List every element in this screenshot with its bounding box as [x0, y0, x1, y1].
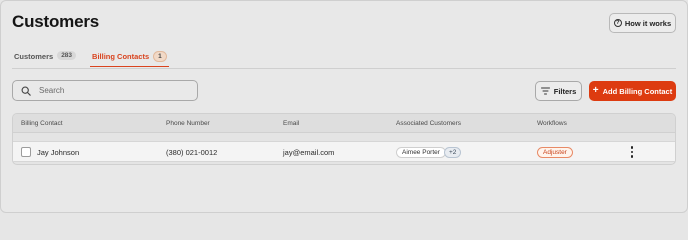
column-header[interactable]: Workflows — [537, 120, 567, 127]
customers-page: Customers ? How it works Customers 283 B… — [0, 0, 688, 213]
count-badge: 283 — [57, 51, 77, 60]
add-billing-contact-button[interactable]: + Add Billing Contact — [589, 81, 676, 101]
filters-label: Filters — [553, 86, 577, 96]
table-row[interactable]: Jay Johnson (380) 021-0012 jay@email.com… — [13, 141, 675, 162]
tab-billing-contacts[interactable]: Billing Contacts 1 — [90, 49, 169, 67]
tab-bar: Customers 283 Billing Contacts 1 — [12, 49, 181, 67]
how-it-works-button[interactable]: ? How it works — [609, 13, 676, 33]
email: jay@email.com — [283, 148, 335, 157]
tab-customers[interactable]: Customers 283 — [12, 49, 78, 67]
question-circle-icon: ? — [613, 19, 622, 27]
filters-button[interactable]: Filters — [535, 81, 582, 101]
row-checkbox[interactable] — [21, 147, 31, 157]
column-header[interactable]: Email — [283, 120, 299, 127]
tab-label: Billing Contacts — [92, 52, 150, 61]
tab-label: Customers — [14, 52, 54, 61]
tabs-divider — [12, 68, 676, 69]
how-it-works-label: How it works — [624, 18, 672, 28]
plus-icon: + — [592, 85, 599, 96]
column-header[interactable]: Billing Contact — [21, 120, 63, 127]
filter-icon — [540, 87, 550, 95]
add-billing-contact-label: Add Billing Contact — [602, 86, 673, 96]
search-box[interactable] — [12, 80, 198, 101]
phone-number: (380) 021-0012 — [166, 148, 218, 157]
search-icon — [21, 86, 31, 96]
more-options-icon[interactable] — [630, 146, 634, 158]
table-header: Billing Contact Phone Number Email Assoc… — [13, 114, 675, 133]
workflow-badge: Adjuster — [537, 147, 573, 158]
billing-contact-name[interactable]: Jay Johnson — [37, 148, 79, 157]
search-input[interactable] — [39, 86, 189, 95]
associated-customer-chip[interactable]: Aimee Porter — [396, 147, 446, 158]
count-badge: 1 — [153, 51, 167, 62]
billing-contacts-table: Billing Contact Phone Number Email Assoc… — [12, 113, 676, 165]
column-header[interactable]: Associated Customers — [396, 120, 461, 127]
page-title: Customers — [12, 12, 100, 31]
column-header[interactable]: Phone Number — [166, 120, 210, 127]
more-customers-chip[interactable]: +2 — [444, 147, 462, 158]
